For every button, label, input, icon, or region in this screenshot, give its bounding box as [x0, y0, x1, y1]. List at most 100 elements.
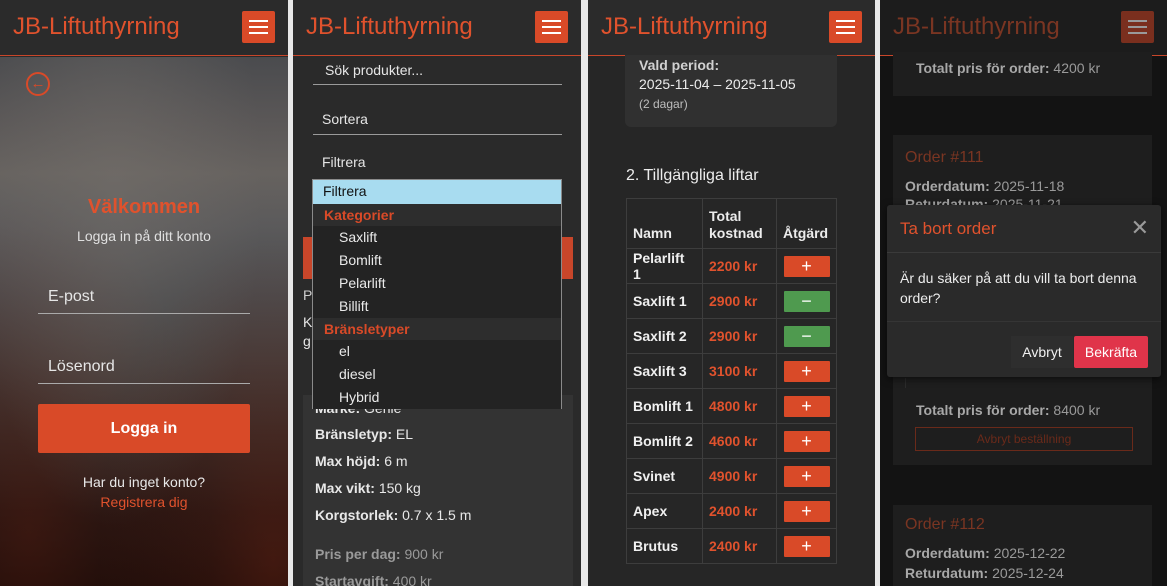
confirm-button[interactable]: Bekräfta [1074, 336, 1148, 368]
products-screen: JB-Liftuthyrning Sök produkter... Sorter… [293, 0, 581, 586]
email-field[interactable]: E-post [38, 278, 250, 314]
start-fee-value: 400 kr [392, 573, 432, 586]
app-header: JB-Liftuthyrning [880, 0, 1167, 56]
hamburger-icon-line [1128, 32, 1147, 34]
modal-header: Ta bort order ✕ [887, 205, 1161, 253]
add-lift-button[interactable]: + [783, 465, 830, 487]
spec-value: 150 kg [378, 480, 421, 496]
brand-logo[interactable]: JB-Liftuthyrning [306, 13, 473, 41]
hamburger-icon-line [542, 26, 561, 28]
hamburger-icon [542, 20, 561, 22]
add-lift-button[interactable]: + [783, 255, 830, 277]
lift-action-cell: + [776, 493, 837, 529]
close-icon[interactable]: ✕ [1131, 217, 1149, 239]
dropdown-option-selected[interactable]: Filtrera [313, 180, 561, 204]
dropdown-option[interactable]: diesel [313, 363, 561, 386]
lifts-table: Namn Total kostnad Åtgärd Pelarlift 1 220… [626, 198, 837, 564]
spec-fuel: Bränsletyp: EL [315, 426, 413, 442]
cancel-button[interactable]: Avbryt [1011, 336, 1073, 368]
dropdown-option[interactable]: Saxlift [313, 226, 561, 249]
background-text: g [303, 333, 311, 349]
booking-screen: JB-Liftuthyrning Vald period: 2025-11-04… [588, 0, 875, 586]
orders-screen: JB-Liftuthyrning Totalt pris för order: … [880, 0, 1167, 586]
remove-lift-button[interactable]: − [783, 325, 830, 347]
no-account-text: Har du inget konto? [82, 474, 206, 490]
back-arrow-icon[interactable]: ← [26, 72, 50, 96]
dropdown-option[interactable]: Bomlift [313, 249, 561, 272]
section-title: 2. Tillgängliga liftar [626, 167, 759, 184]
menu-button[interactable] [242, 11, 275, 43]
price-value: 900 kr [404, 546, 444, 562]
lift-action-cell: − [776, 318, 837, 354]
password-field[interactable]: Lösenord [38, 348, 250, 384]
table-row: Saxlift 2 2900 kr − [626, 318, 837, 354]
modal-footer: Avbryt Bekräfta [887, 321, 1161, 377]
dropdown-option[interactable]: Hybrid [313, 386, 561, 409]
spec-weight: Max vikt: 150 kg [315, 480, 421, 496]
hamburger-icon [249, 20, 268, 22]
dropdown-group-fuel: Bränsletyper [313, 318, 561, 340]
dropdown-option[interactable]: el [313, 340, 561, 363]
lift-cost: 2400 kr [702, 493, 777, 529]
spec-label: Korgstorlek: [315, 507, 399, 523]
spec-label: Max höjd: [315, 453, 381, 469]
lift-action-cell: + [776, 248, 837, 284]
filter-select[interactable]: Filtrera [313, 147, 562, 178]
brand-logo[interactable]: JB-Liftuthyrning [893, 13, 1060, 41]
lift-name: Brutus [626, 528, 703, 564]
cost-header-text: Total kostnad [709, 208, 763, 241]
background-text: P [303, 287, 313, 303]
return-date-value: 2025-11-21 [992, 196, 1063, 205]
order-title: Order #111 [905, 149, 984, 166]
login-button[interactable]: Logga in [38, 404, 250, 453]
spec-height: Max höjd: 6 m [315, 453, 408, 469]
period-days: (2 dagar) [639, 97, 688, 111]
cancel-order-button[interactable]: Avbryt beställning [915, 427, 1133, 451]
dropdown-option[interactable]: Pelarlift [313, 272, 561, 295]
start-fee: Startavgift: 400 kr [315, 573, 432, 586]
app-header: JB-Liftuthyrning [293, 0, 581, 56]
menu-button[interactable] [1121, 11, 1154, 43]
menu-button[interactable] [535, 11, 568, 43]
order-card: Totalt pris för order: 4200 kr [893, 52, 1152, 96]
lift-cost: 4900 kr [702, 458, 777, 494]
brand-logo[interactable]: JB-Liftuthyrning [13, 13, 180, 41]
column-header-action: Åtgärd [776, 198, 837, 249]
login-title: Välkommen [87, 196, 201, 218]
remove-lift-button[interactable]: − [783, 290, 830, 312]
order-date-value: 2025-11-18 [993, 178, 1065, 194]
add-lift-button[interactable]: + [783, 360, 830, 382]
column-header-name: Namn [626, 198, 703, 249]
lift-name: Bomlift 1 [626, 388, 703, 424]
app-header: JB-Liftuthyrning [588, 0, 875, 56]
brand-logo[interactable]: JB-Liftuthyrning [601, 13, 768, 41]
sort-select[interactable]: Sortera [313, 104, 562, 135]
add-lift-button[interactable]: + [783, 395, 830, 417]
add-lift-button[interactable]: + [783, 500, 830, 522]
lift-cost: 4600 kr [702, 423, 777, 459]
table-row: Saxlift 3 3100 kr + [626, 353, 837, 389]
search-input[interactable]: Sök produkter... [313, 57, 562, 85]
order-card: Order #112 Orderdatum: 2025-12-22 Returd… [893, 505, 1152, 586]
order-total-label: Totalt pris för order: [916, 60, 1050, 76]
price-per-day: Pris per dag: 900 kr [315, 546, 443, 562]
dropdown-option[interactable]: Billift [313, 295, 561, 318]
hamburger-icon-line [836, 32, 855, 34]
app-header: JB-Liftuthyrning [0, 0, 288, 56]
lift-action-cell: − [776, 283, 837, 319]
return-date-label: Returdatum: [905, 196, 989, 205]
add-lift-button[interactable]: + [783, 535, 830, 557]
add-lift-button[interactable]: + [783, 430, 830, 452]
lift-action-cell: + [776, 423, 837, 459]
lifts-table-body: Pelarlift 1 2200 kr + Saxlift 1 2900 kr − Saxl… [626, 248, 837, 564]
menu-button[interactable] [829, 11, 862, 43]
hamburger-icon-line [249, 32, 268, 34]
lift-name: Apex [626, 493, 703, 529]
lift-cost: 4800 kr [702, 388, 777, 424]
table-row: Apex 2400 kr + [626, 493, 837, 529]
lift-cost: 3100 kr [702, 353, 777, 389]
order-date: Orderdatum: 2025-11-18 [905, 178, 1064, 194]
filter-dropdown: Filtrera Kategorier Saxlift Bomlift Pela… [312, 179, 562, 409]
register-link[interactable]: Registrera dig [0, 494, 288, 510]
login-subtitle: Logga in på ditt konto [77, 228, 211, 244]
